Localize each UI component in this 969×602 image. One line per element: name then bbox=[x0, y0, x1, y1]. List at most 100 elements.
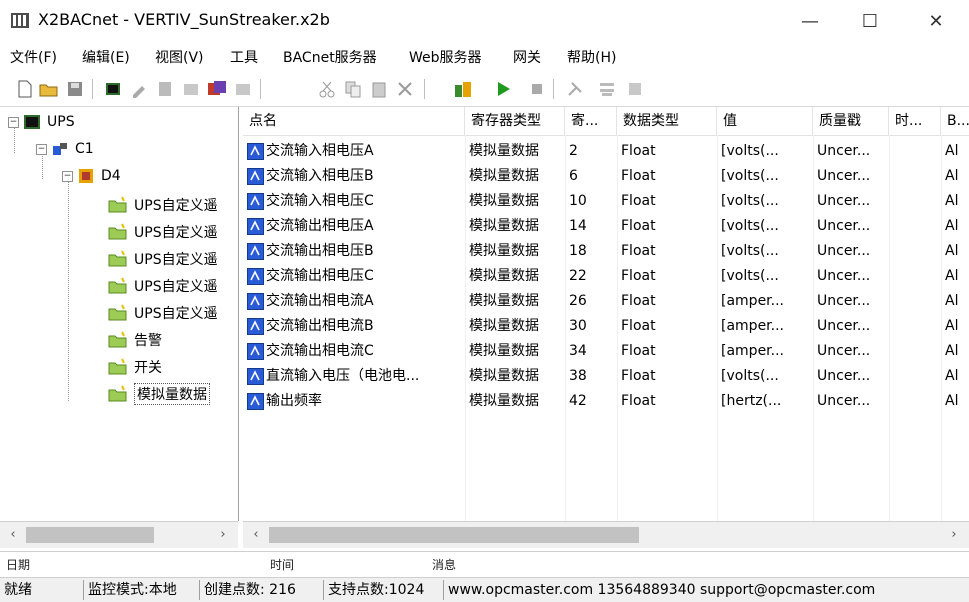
paste-icon[interactable] bbox=[368, 78, 390, 100]
gateway-icon[interactable] bbox=[624, 78, 646, 100]
cell-text: 交流输出相电流A bbox=[266, 293, 374, 309]
cell-text: [volts(... bbox=[721, 268, 779, 284]
collapse-icon[interactable]: − bbox=[62, 170, 73, 182]
save-icon[interactable] bbox=[64, 78, 86, 100]
table-row[interactable]: 交流输出相电流A 模拟量数据 26 Float [amper... Uncer... Al bbox=[243, 289, 969, 314]
collapse-icon[interactable]: − bbox=[36, 143, 47, 155]
device-icon[interactable] bbox=[102, 78, 124, 100]
stop-icon[interactable] bbox=[526, 78, 548, 100]
table-cell: Al bbox=[941, 214, 969, 239]
minimize-button[interactable]: — bbox=[787, 0, 833, 42]
folder-icon bbox=[108, 223, 127, 240]
col-header-data-type[interactable]: 数据类型 bbox=[617, 107, 717, 135]
col-header-time[interactable]: 时... bbox=[889, 107, 941, 135]
scroll-right-button[interactable]: › bbox=[214, 526, 232, 544]
table-cell: [amper... bbox=[717, 339, 813, 364]
delete-icon[interactable] bbox=[394, 78, 416, 100]
table-row[interactable]: 交流输出相电压A 模拟量数据 14 Float [volts(... Uncer... Al bbox=[243, 214, 969, 239]
bacnet-op-icon[interactable] bbox=[206, 78, 228, 100]
table-hscrollbar[interactable]: ‹ › bbox=[243, 521, 969, 548]
col-header-register[interactable]: 寄... bbox=[565, 107, 617, 135]
cell-text: Al bbox=[945, 268, 959, 284]
col-header-value[interactable]: 值 bbox=[717, 107, 813, 135]
open-folder-icon[interactable] bbox=[38, 78, 60, 100]
tree-node-ups[interactable]: − UPS bbox=[8, 110, 75, 134]
analog-point-icon bbox=[247, 317, 264, 335]
log-col-time[interactable]: 时间 bbox=[270, 556, 294, 573]
tree-node-channel[interactable]: − C1 bbox=[36, 137, 94, 161]
col-header-register-type[interactable]: 寄存器类型 bbox=[465, 107, 565, 135]
cell-text: Uncer... bbox=[817, 243, 871, 259]
table-row[interactable]: 输出频率 模拟量数据 42 Float [hertz(... Uncer... Al bbox=[243, 389, 969, 414]
network-icon[interactable] bbox=[596, 78, 618, 100]
new-file-icon[interactable] bbox=[14, 78, 36, 100]
table-cell: [volts(... bbox=[717, 264, 813, 289]
table-row[interactable]: 交流输出相电流C 模拟量数据 34 Float [amper... Uncer... Al bbox=[243, 339, 969, 364]
scroll-thumb[interactable] bbox=[269, 527, 639, 543]
menu-help[interactable]: 帮助(H) bbox=[567, 47, 616, 67]
menu-bacnet-server[interactable]: BACnet服务器 bbox=[283, 47, 377, 67]
edit-icon[interactable] bbox=[128, 78, 150, 100]
table-cell: [volts(... bbox=[717, 189, 813, 214]
cell-text: [volts(... bbox=[721, 368, 779, 384]
menu-file[interactable]: 文件(F) bbox=[10, 47, 57, 67]
table-row[interactable]: 交流输出相电压B 模拟量数据 18 Float [volts(... Uncer... Al bbox=[243, 239, 969, 264]
properties-icon[interactable] bbox=[154, 78, 176, 100]
tree-label: UPS自定义遥 bbox=[134, 306, 218, 322]
table-cell: Uncer... bbox=[813, 389, 889, 414]
table-row[interactable]: 交流输入相电压A 模拟量数据 2 Float [volts(... Uncer... Al bbox=[243, 139, 969, 164]
user-config-icon[interactable] bbox=[452, 78, 474, 100]
col-header-bacnet[interactable]: B... bbox=[941, 107, 969, 135]
log-col-message[interactable]: 消息 bbox=[432, 556, 456, 573]
tools-icon[interactable] bbox=[564, 78, 586, 100]
scroll-thumb[interactable] bbox=[26, 527, 154, 543]
scroll-right-button[interactable]: › bbox=[945, 526, 963, 544]
table-cell bbox=[889, 289, 941, 314]
menu-edit[interactable]: 编辑(E) bbox=[82, 47, 130, 67]
cell-text: 模拟量数据 bbox=[469, 368, 539, 384]
tree-node-group[interactable]: UPS自定义遥 bbox=[108, 274, 218, 298]
analog-point-icon bbox=[247, 342, 264, 360]
table-row[interactable]: 交流输出相电压C 模拟量数据 22 Float [volts(... Uncer... Al bbox=[243, 264, 969, 289]
cell-text: 6 bbox=[569, 168, 578, 184]
settings-icon[interactable] bbox=[180, 78, 202, 100]
export-icon[interactable] bbox=[232, 78, 254, 100]
table-cell: 交流输入相电压A bbox=[243, 139, 465, 164]
col-header-name[interactable]: 点名 bbox=[243, 107, 465, 135]
analog-point-icon bbox=[247, 192, 264, 210]
maximize-button[interactable]: ☐ bbox=[847, 0, 893, 42]
table-cell: [volts(... bbox=[717, 164, 813, 189]
tree-node-device[interactable]: − D4 bbox=[62, 164, 121, 188]
table-row[interactable]: 交流输入相电压B 模拟量数据 6 Float [volts(... Uncer... Al bbox=[243, 164, 969, 189]
tree-node-group[interactable]: UPS自定义遥 bbox=[108, 193, 218, 217]
log-col-date[interactable]: 日期 bbox=[6, 556, 30, 573]
tree-node-group[interactable]: 开关 bbox=[108, 355, 162, 379]
table-row[interactable]: 交流输出相电流B 模拟量数据 30 Float [amper... Uncer... Al bbox=[243, 314, 969, 339]
tree-node-group[interactable]: UPS自定义遥 bbox=[108, 247, 218, 271]
table-row[interactable]: 直流输入电压（电池电... 模拟量数据 38 Float [volts(... Uncer… bbox=[243, 364, 969, 389]
copy-icon[interactable] bbox=[342, 78, 364, 100]
tree-node-group[interactable]: UPS自定义遥 bbox=[108, 301, 218, 325]
scroll-left-button[interactable]: ‹ bbox=[4, 526, 22, 544]
run-icon[interactable] bbox=[492, 78, 514, 100]
tree-node-group[interactable]: 告警 bbox=[108, 328, 162, 352]
menu-tools[interactable]: 工具 bbox=[230, 47, 258, 67]
cell-text: 交流输出相电压A bbox=[266, 218, 374, 234]
tree-label: D4 bbox=[101, 168, 121, 184]
scroll-left-button[interactable]: ‹ bbox=[247, 526, 265, 544]
close-button[interactable]: ✕ bbox=[913, 0, 959, 42]
menu-web-server[interactable]: Web服务器 bbox=[409, 47, 482, 67]
tree-node-group[interactable]: UPS自定义遥 bbox=[108, 220, 218, 244]
collapse-icon[interactable]: − bbox=[8, 116, 19, 128]
tree-node-group-selected[interactable]: 模拟量数据 bbox=[108, 382, 210, 406]
col-header-quality[interactable]: 质量戳 bbox=[813, 107, 889, 135]
cell-text: Float bbox=[621, 193, 656, 209]
table-row[interactable]: 交流输入相电压C 模拟量数据 10 Float [volts(... Uncer... Al bbox=[243, 189, 969, 214]
cell-text: 14 bbox=[569, 218, 587, 234]
cut-icon[interactable] bbox=[316, 78, 338, 100]
menu-view[interactable]: 视图(V) bbox=[155, 47, 204, 67]
points-table: 点名 寄存器类型 寄... 数据类型 值 质量戳 时... B... 交流输入相… bbox=[243, 107, 969, 521]
tree-hscrollbar[interactable]: ‹ › bbox=[0, 521, 238, 548]
menu-gateway[interactable]: 网关 bbox=[513, 47, 541, 67]
cell-text: 交流输出相电压B bbox=[266, 243, 374, 259]
